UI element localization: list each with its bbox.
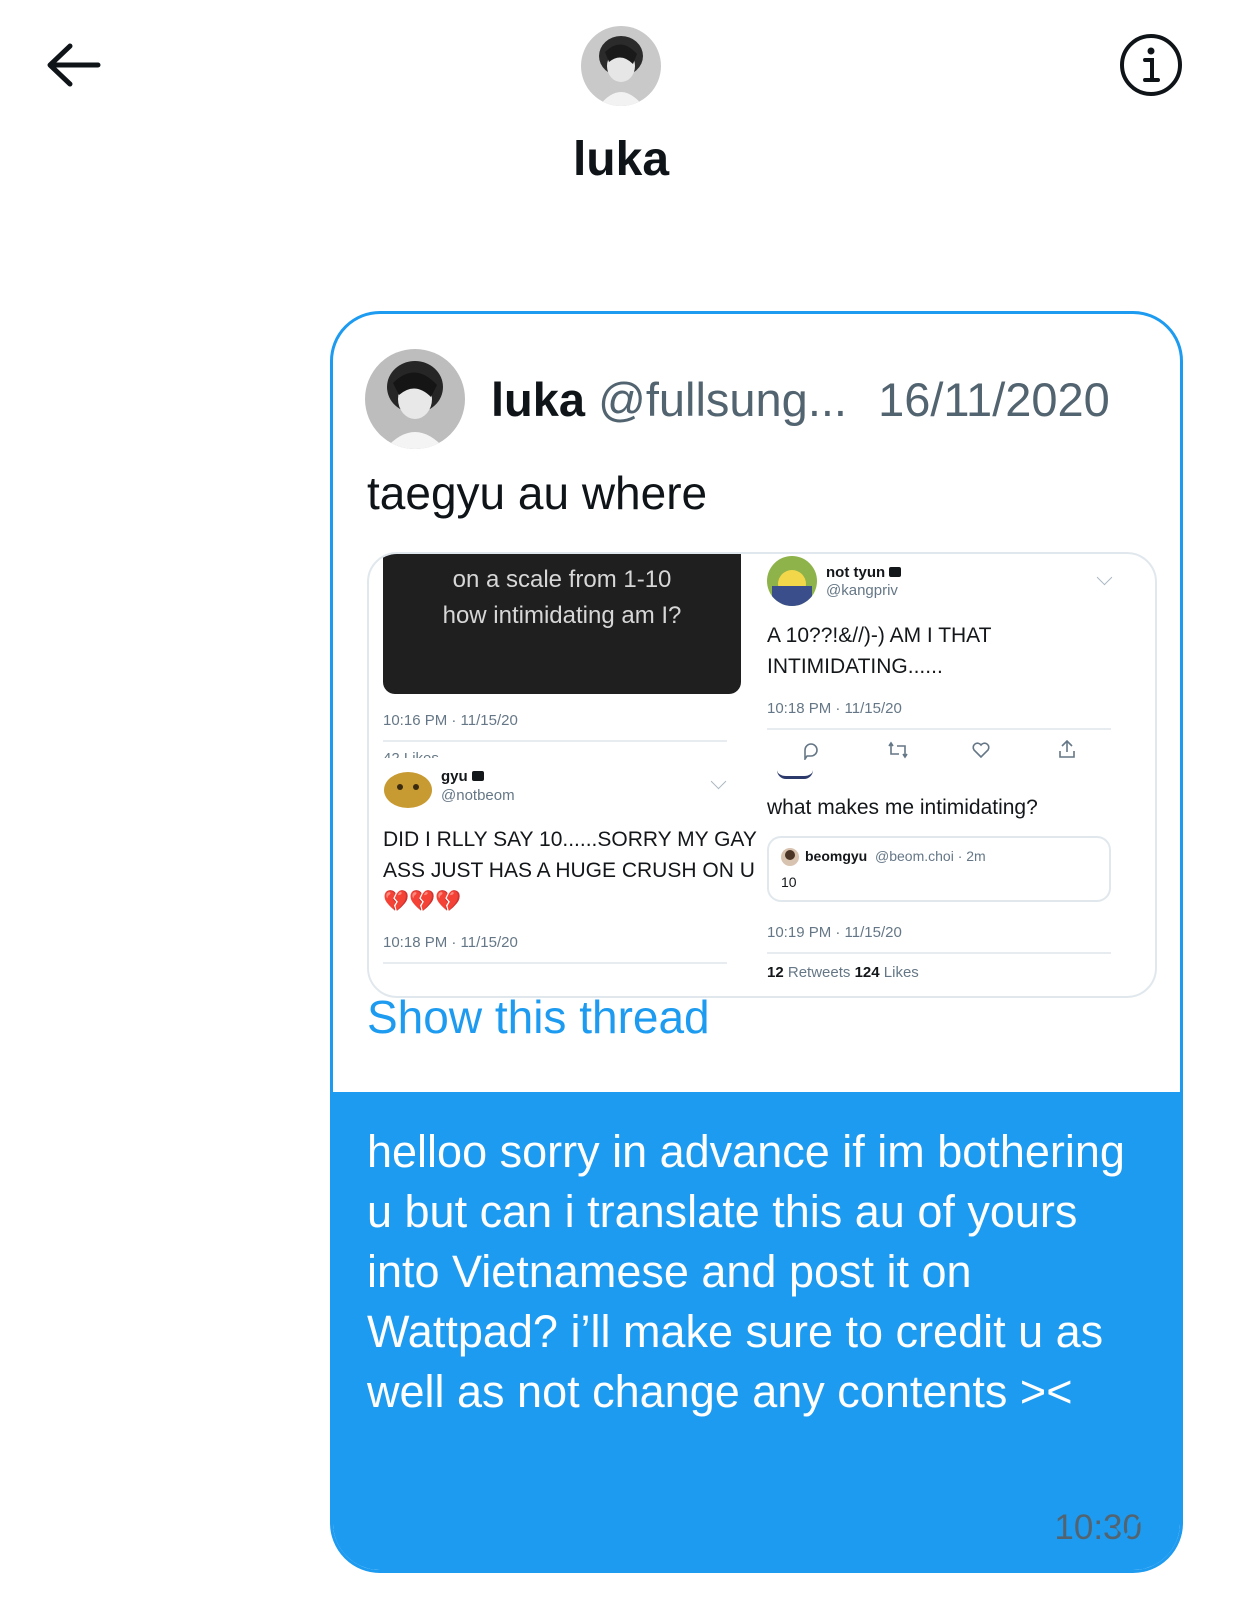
user-name: not tyun — [826, 564, 902, 581]
avatar — [383, 766, 433, 810]
media-timestamp: 10:16 PM · 11/15/20 — [383, 712, 518, 729]
avatar — [767, 556, 817, 606]
user-handle: @notbeom — [441, 787, 515, 804]
divider — [383, 962, 727, 964]
info-circle-icon — [1120, 34, 1182, 96]
heart-icon[interactable] — [971, 740, 991, 760]
likes-count-partial: 42 Likes — [383, 750, 439, 758]
divider — [767, 728, 1111, 730]
media-timestamp: 10:19 PM · 11/15/20 — [767, 924, 902, 941]
user-name: beomgyu — [805, 848, 868, 864]
divider — [767, 952, 1111, 954]
engagement-counts: 12 Retweets 124 Likes — [767, 964, 919, 981]
media-timestamp: 10:18 PM · 11/15/20 — [767, 700, 902, 717]
user-handle: @beom.choi · 2m — [875, 848, 986, 864]
reply-text: 10 — [781, 874, 797, 890]
tweet-author-name: luka — [491, 373, 586, 426]
shared-tweet-card[interactable]: luka @fullsung... 16/11/2020 taegyu au w… — [330, 311, 1183, 1573]
lock-icon — [471, 771, 484, 781]
tweet-text: what makes me intimidating? — [767, 796, 1038, 819]
avatar — [781, 848, 799, 866]
chevron-down-icon — [1096, 569, 1113, 586]
tweet-author-handle: @fullsung... — [598, 373, 847, 426]
user-name: gyu — [441, 768, 484, 785]
avatar-partial — [777, 770, 813, 779]
show-thread-link[interactable]: Show this thread — [367, 990, 710, 1044]
avatar[interactable] — [581, 26, 661, 106]
conversation-header: luka — [0, 0, 1242, 240]
tweet-date: 16/11/2020 — [878, 373, 1110, 426]
back-button[interactable] — [44, 40, 102, 90]
divider — [383, 740, 727, 742]
info-button[interactable] — [1118, 32, 1184, 98]
media-timestamp: 10:18 PM · 11/15/20 — [383, 934, 518, 951]
tweet-text: A 10??!&//)-) AM I THAT INTIMIDATING....… — [767, 624, 992, 678]
chevron-down-icon — [710, 773, 727, 790]
page-title: luka — [572, 133, 670, 186]
tweet-text: taegyu au where — [367, 467, 708, 519]
arrow-left-icon — [47, 43, 101, 87]
check-icon — [1116, 1516, 1143, 1538]
message-bubble[interactable]: helloo sorry in advance if im bothering … — [333, 1092, 1180, 1570]
lock-icon — [889, 567, 902, 577]
tweet-author-avatar — [365, 349, 465, 449]
dark-image-text: on a scale from 1-10 how intimidating am… — [383, 554, 741, 694]
share-icon[interactable] — [1057, 738, 1077, 760]
retweet-icon[interactable] — [887, 740, 909, 760]
user-handle: @kangpriv — [826, 582, 898, 599]
reply-icon[interactable] — [801, 740, 821, 760]
tweet-media[interactable]: on a scale from 1-10 how intimidating am… — [367, 552, 1157, 998]
tweet-text: DID I RLLY SAY 10......SORRY MY GAY ASS … — [383, 828, 757, 913]
tweet-header: luka @fullsung... 16/11/2020 — [491, 372, 1110, 427]
quoted-reply: beomgyu @beom.choi · 2m 10 — [767, 836, 1111, 902]
